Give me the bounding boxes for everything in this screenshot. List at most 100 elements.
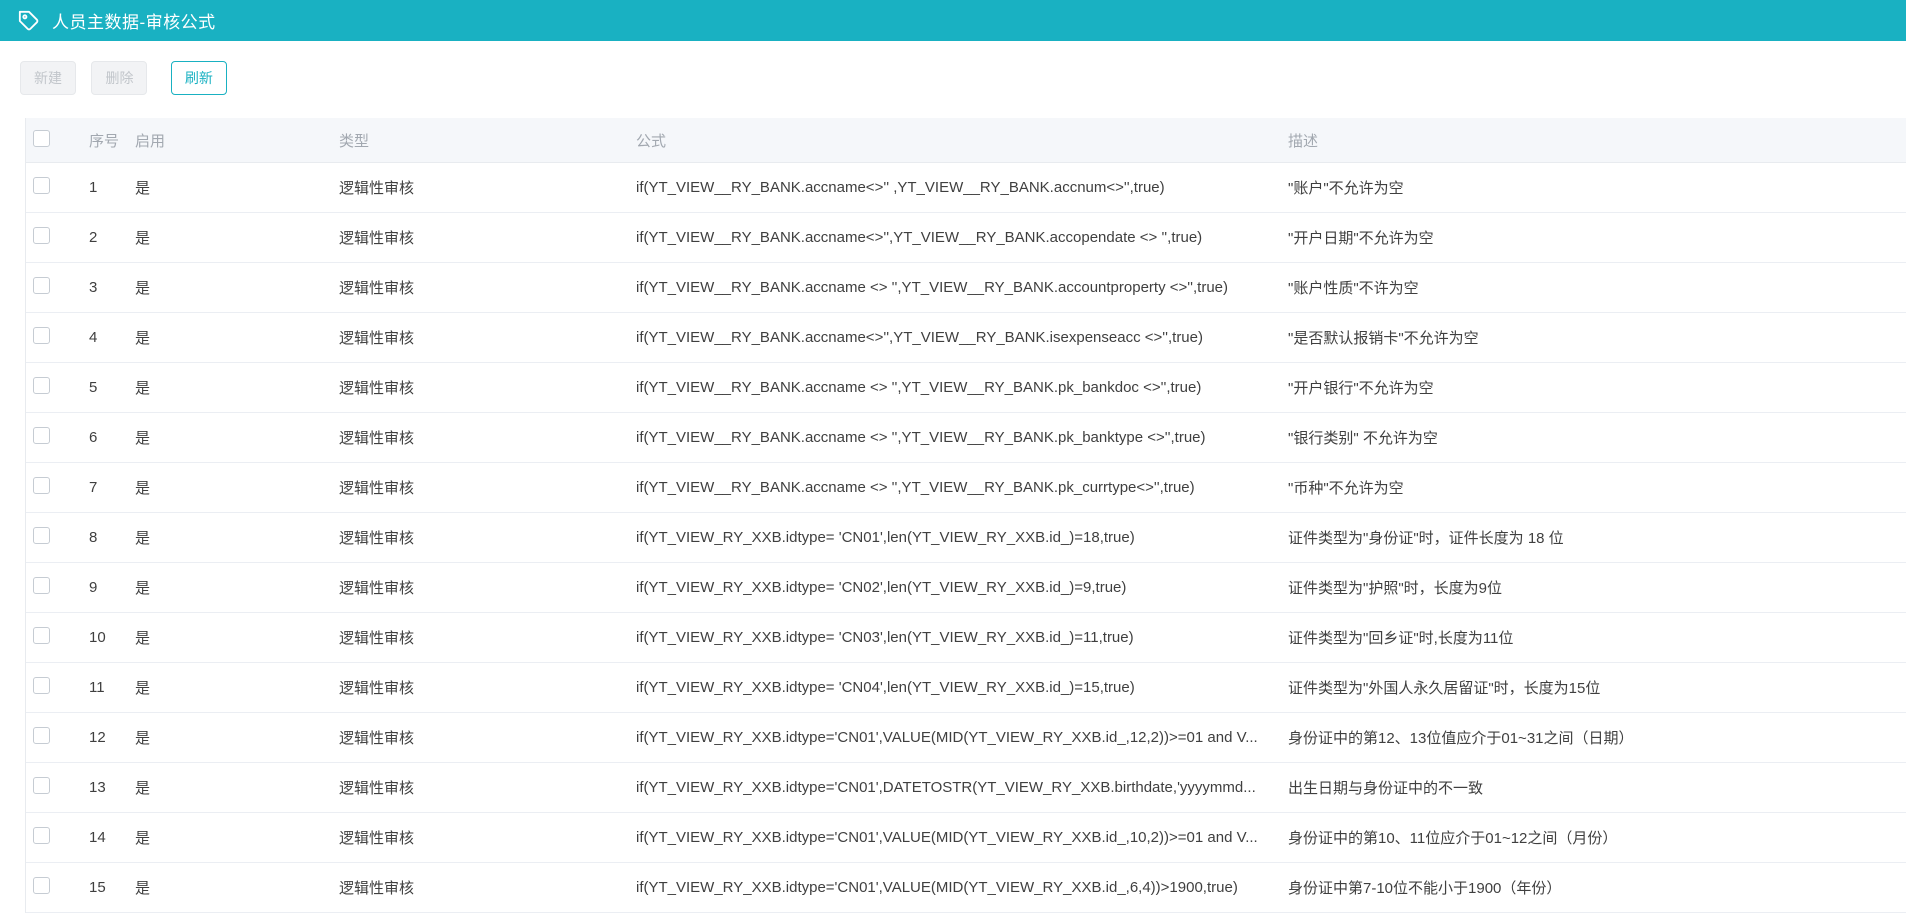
row-seq: 1	[89, 179, 135, 196]
column-header-type: 类型	[339, 130, 636, 151]
row-seq: 5	[89, 379, 135, 396]
table-row[interactable]: 13 是 逻辑性审核 if(YT_VIEW_RY_XXB.idtype='CN0…	[26, 763, 1906, 813]
row-checkbox-cell	[26, 327, 89, 348]
row-formula: if(YT_VIEW_RY_XXB.idtype= 'CN04',len(YT_…	[636, 679, 1288, 696]
row-checkbox[interactable]	[33, 277, 50, 294]
select-all-checkbox[interactable]	[33, 130, 50, 147]
row-enabled: 是	[135, 777, 339, 798]
table-row[interactable]: 5 是 逻辑性审核 if(YT_VIEW__RY_BANK.accname <>…	[26, 363, 1906, 413]
row-seq: 12	[89, 729, 135, 746]
row-enabled: 是	[135, 577, 339, 598]
row-desc: "开户银行"不允许为空	[1288, 377, 1906, 398]
row-checkbox-cell	[26, 377, 89, 398]
row-checkbox[interactable]	[33, 677, 50, 694]
row-enabled: 是	[135, 527, 339, 548]
row-checkbox[interactable]	[33, 777, 50, 794]
row-desc: "开户日期"不允许为空	[1288, 227, 1906, 248]
row-enabled: 是	[135, 377, 339, 398]
row-type: 逻辑性审核	[339, 177, 636, 198]
row-checkbox-cell	[26, 877, 89, 898]
row-desc: 证件类型为"外国人永久居留证"时，长度为15位	[1288, 677, 1906, 698]
row-desc: 身份证中的第10、11位应介于01~12之间（月份）	[1288, 827, 1906, 848]
table-row[interactable]: 11 是 逻辑性审核 if(YT_VIEW_RY_XXB.idtype= 'CN…	[26, 663, 1906, 713]
row-seq: 10	[89, 629, 135, 646]
row-type: 逻辑性审核	[339, 727, 636, 748]
row-checkbox[interactable]	[33, 327, 50, 344]
row-enabled: 是	[135, 327, 339, 348]
row-desc: 证件类型为"回乡证"时,长度为11位	[1288, 627, 1906, 648]
row-seq: 3	[89, 279, 135, 296]
row-checkbox[interactable]	[33, 727, 50, 744]
table-row[interactable]: 4 是 逻辑性审核 if(YT_VIEW__RY_BANK.accname<>'…	[26, 313, 1906, 363]
row-desc: "银行类别" 不允许为空	[1288, 427, 1906, 448]
row-checkbox[interactable]	[33, 827, 50, 844]
table-row[interactable]: 14 是 逻辑性审核 if(YT_VIEW_RY_XXB.idtype='CN0…	[26, 813, 1906, 863]
row-formula: if(YT_VIEW__RY_BANK.accname<>'' ,YT_VIEW…	[636, 179, 1288, 196]
row-checkbox-cell	[26, 777, 89, 798]
column-header-desc: 描述	[1288, 130, 1906, 151]
row-checkbox[interactable]	[33, 377, 50, 394]
row-type: 逻辑性审核	[339, 777, 636, 798]
row-checkbox-cell	[26, 227, 89, 248]
row-checkbox[interactable]	[33, 427, 50, 444]
toolbar: 新建 删除 刷新	[0, 41, 1906, 118]
row-checkbox-cell	[26, 677, 89, 698]
row-enabled: 是	[135, 677, 339, 698]
table-row[interactable]: 1 是 逻辑性审核 if(YT_VIEW__RY_BANK.accname<>'…	[26, 163, 1906, 213]
row-checkbox[interactable]	[33, 477, 50, 494]
row-seq: 15	[89, 879, 135, 896]
column-header-seq: 序号	[89, 130, 135, 151]
row-desc: 证件类型为"身份证"时，证件长度为 18 位	[1288, 527, 1906, 548]
row-type: 逻辑性审核	[339, 577, 636, 598]
refresh-button[interactable]: 刷新	[171, 61, 227, 95]
row-checkbox[interactable]	[33, 177, 50, 194]
row-desc: "是否默认报销卡"不允许为空	[1288, 327, 1906, 348]
table-row[interactable]: 2 是 逻辑性审核 if(YT_VIEW__RY_BANK.accname<>'…	[26, 213, 1906, 263]
row-seq: 13	[89, 779, 135, 796]
new-button[interactable]: 新建	[20, 61, 76, 95]
row-checkbox[interactable]	[33, 877, 50, 894]
table-row[interactable]: 15 是 逻辑性审核 if(YT_VIEW_RY_XXB.idtype='CN0…	[26, 863, 1906, 913]
row-enabled: 是	[135, 277, 339, 298]
row-type: 逻辑性审核	[339, 327, 636, 348]
row-formula: if(YT_VIEW__RY_BANK.accname <> '',YT_VIE…	[636, 279, 1288, 296]
row-formula: if(YT_VIEW__RY_BANK.accname<>'',YT_VIEW_…	[636, 229, 1288, 246]
row-checkbox-cell	[26, 277, 89, 298]
table-row[interactable]: 10 是 逻辑性审核 if(YT_VIEW_RY_XXB.idtype= 'CN…	[26, 613, 1906, 663]
table-header-row: 序号 启用 类型 公式 描述	[26, 118, 1906, 163]
row-seq: 9	[89, 579, 135, 596]
row-type: 逻辑性审核	[339, 377, 636, 398]
table-row[interactable]: 9 是 逻辑性审核 if(YT_VIEW_RY_XXB.idtype= 'CN0…	[26, 563, 1906, 613]
row-seq: 11	[89, 679, 135, 696]
table-row[interactable]: 6 是 逻辑性审核 if(YT_VIEW__RY_BANK.accname <>…	[26, 413, 1906, 463]
row-enabled: 是	[135, 427, 339, 448]
row-formula: if(YT_VIEW_RY_XXB.idtype='CN01',VALUE(MI…	[636, 729, 1288, 746]
row-desc: 出生日期与身份证中的不一致	[1288, 777, 1906, 798]
table-row[interactable]: 3 是 逻辑性审核 if(YT_VIEW__RY_BANK.accname <>…	[26, 263, 1906, 313]
table-row[interactable]: 7 是 逻辑性审核 if(YT_VIEW__RY_BANK.accname <>…	[26, 463, 1906, 513]
row-type: 逻辑性审核	[339, 877, 636, 898]
formula-table: 序号 启用 类型 公式 描述 1 是 逻辑性审核 if(YT_VIEW__RY_…	[25, 118, 1906, 913]
row-formula: if(YT_VIEW_RY_XXB.idtype= 'CN02',len(YT_…	[636, 579, 1288, 596]
table-body: 1 是 逻辑性审核 if(YT_VIEW__RY_BANK.accname<>'…	[26, 163, 1906, 913]
row-checkbox-cell	[26, 827, 89, 848]
row-checkbox-cell	[26, 427, 89, 448]
row-checkbox[interactable]	[33, 527, 50, 544]
table-row[interactable]: 8 是 逻辑性审核 if(YT_VIEW_RY_XXB.idtype= 'CN0…	[26, 513, 1906, 563]
row-formula: if(YT_VIEW_RY_XXB.idtype= 'CN01',len(YT_…	[636, 529, 1288, 546]
row-checkbox-cell	[26, 527, 89, 548]
row-desc: 身份证中第7-10位不能小于1900（年份）	[1288, 877, 1906, 898]
row-checkbox[interactable]	[33, 627, 50, 644]
table-row[interactable]: 12 是 逻辑性审核 if(YT_VIEW_RY_XXB.idtype='CN0…	[26, 713, 1906, 763]
row-checkbox[interactable]	[33, 227, 50, 244]
row-enabled: 是	[135, 227, 339, 248]
select-all-checkbox-cell	[26, 130, 89, 151]
title-bar: 人员主数据-审核公式	[0, 0, 1906, 41]
row-formula: if(YT_VIEW__RY_BANK.accname <> '',YT_VIE…	[636, 379, 1288, 396]
row-type: 逻辑性审核	[339, 527, 636, 548]
row-checkbox[interactable]	[33, 577, 50, 594]
row-formula: if(YT_VIEW_RY_XXB.idtype='CN01',VALUE(MI…	[636, 879, 1288, 896]
row-enabled: 是	[135, 477, 339, 498]
delete-button[interactable]: 删除	[91, 61, 147, 95]
row-enabled: 是	[135, 727, 339, 748]
